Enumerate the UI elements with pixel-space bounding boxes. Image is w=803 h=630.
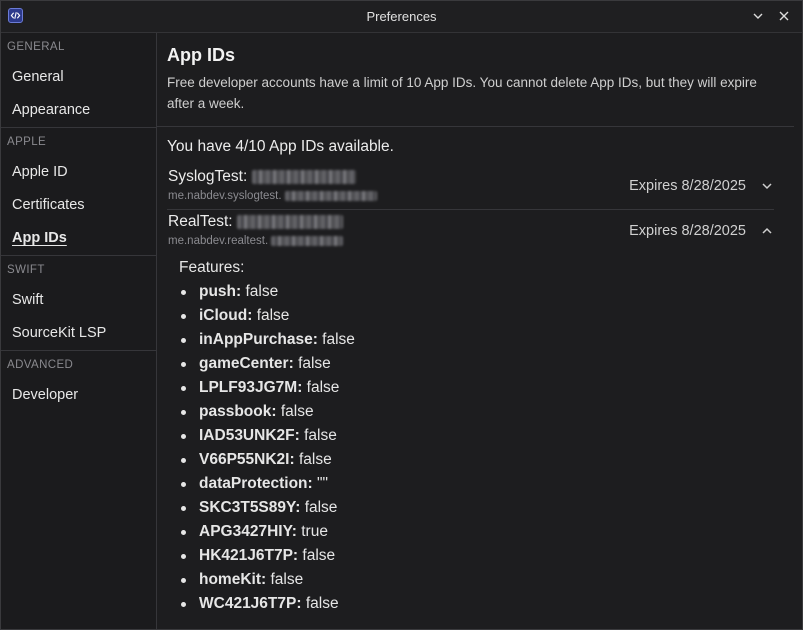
feature-item: SKC3T5S89Y: false	[179, 496, 802, 520]
sidebar-item-apple-id[interactable]: Apple ID	[1, 156, 156, 189]
feature-key: APG3427HIY:	[199, 523, 297, 540]
sidebar-section-apple: APPLE	[7, 136, 47, 148]
feature-item: WC421J6T7P: false	[179, 592, 802, 616]
sidebar-section-general: GENERAL	[7, 41, 65, 53]
feature-value: false	[304, 427, 337, 444]
feature-value: false	[306, 379, 340, 396]
sidebar-item-swift[interactable]: Swift	[1, 284, 156, 317]
sidebar-item-sourcekit-lsp[interactable]: SourceKit LSP	[1, 317, 156, 350]
feature-key: WC421J6T7P:	[199, 595, 302, 612]
feature-value: false	[322, 331, 355, 348]
sidebar-item-label: App IDs	[12, 230, 67, 246]
page-description: Free developer accounts have a limit of …	[167, 75, 757, 111]
feature-item: HK421J6T7P: false	[179, 544, 802, 568]
sidebar-item-general[interactable]: General	[1, 61, 156, 94]
feature-value: false	[270, 571, 304, 588]
app-id-bundle: me.nabdev.syslogtest.	[168, 190, 377, 202]
feature-value: false	[298, 355, 331, 372]
feature-item: IAD53UNK2F: false	[179, 424, 802, 448]
feature-key: push:	[199, 283, 242, 300]
feature-key: V66P55NK2I:	[199, 451, 295, 468]
page-title: App IDs	[167, 45, 236, 65]
sidebar-item-label: Appearance	[12, 102, 91, 118]
redacted-bundle-suffix	[271, 235, 344, 246]
feature-key: homeKit:	[199, 571, 267, 588]
feature-value: ""	[317, 475, 329, 492]
feature-value: false	[304, 499, 338, 516]
feature-value: false	[305, 595, 339, 612]
feature-item: APG3427HIY: true	[179, 520, 802, 544]
feature-key: gameCenter:	[199, 355, 294, 372]
close-button[interactable]	[775, 7, 793, 25]
feature-list: push: false iCloud: false inAppPurchase: f…	[179, 280, 802, 616]
close-icon	[779, 11, 789, 21]
app-id-row-syslogtest[interactable]: SyslogTest: me.nabdev.syslogtest. Expire…	[167, 165, 774, 210]
sidebar-section-advanced: ADVANCED	[7, 359, 74, 371]
feature-item: push: false	[179, 280, 802, 304]
app-id-row-realtest[interactable]: RealTest: me.nabdev.realtest. Expires 8/…	[167, 210, 774, 254]
feature-key: dataProtection:	[199, 475, 313, 492]
feature-value: false	[256, 307, 290, 324]
app-id-bundle: me.nabdev.realtest.	[168, 235, 344, 247]
window-title: Preferences	[366, 9, 437, 24]
app-id-name: RealTest:	[168, 213, 343, 231]
feature-value: false	[298, 451, 332, 468]
feature-key: SKC3T5S89Y:	[199, 499, 301, 516]
chevron-up-icon	[762, 227, 772, 234]
redacted-bundle-suffix	[284, 190, 377, 201]
page-header: App IDs Free developer accounts have a l…	[157, 33, 794, 127]
sidebar-item-label: SourceKit LSP	[12, 325, 107, 341]
feature-key: LPLF93JG7M:	[199, 379, 303, 396]
preferences-window: Preferences GENERAL General Appearance A…	[0, 0, 803, 630]
feature-item: iCloud: false	[179, 304, 802, 328]
feature-item: inAppPurchase: false	[179, 328, 802, 352]
feature-value: true	[301, 523, 328, 540]
app-logo-icon	[8, 8, 23, 23]
feature-key: inAppPurchase:	[199, 331, 318, 348]
sidebar-item-label: Apple ID	[12, 164, 68, 180]
feature-key: IAD53UNK2F:	[199, 427, 300, 444]
feature-item: dataProtection: ""	[179, 472, 802, 496]
availability-text: You have 4/10 App IDs available.	[167, 138, 394, 155]
collapse-button[interactable]	[749, 7, 767, 25]
sidebar-section-swift: SWIFT	[7, 264, 45, 276]
feature-key: passbook:	[199, 403, 277, 420]
feature-item: V66P55NK2I: false	[179, 448, 802, 472]
title-bar[interactable]: Preferences	[1, 1, 802, 33]
sidebar-item-label: Certificates	[12, 197, 85, 213]
sidebar: GENERAL General Appearance APPLE Apple I…	[1, 33, 157, 629]
collapse-toggle[interactable]	[760, 224, 774, 238]
expiry-label: Expires 8/28/2025	[629, 223, 746, 239]
redacted-team-id	[236, 214, 343, 229]
chevron-down-icon	[753, 13, 763, 19]
app-id-name: SyslogTest:	[168, 168, 356, 186]
sidebar-item-certificates[interactable]: Certificates	[1, 189, 156, 222]
feature-key: iCloud:	[199, 307, 253, 324]
sidebar-item-label: General	[12, 69, 64, 85]
sidebar-item-app-ids[interactable]: App IDs	[1, 222, 156, 255]
feature-item: homeKit: false	[179, 568, 802, 592]
expand-toggle[interactable]	[760, 179, 774, 193]
sidebar-item-appearance[interactable]: Appearance	[1, 94, 156, 127]
main-content: App IDs Free developer accounts have a l…	[157, 33, 802, 629]
sidebar-item-label: Swift	[12, 292, 44, 308]
sidebar-item-developer[interactable]: Developer	[1, 379, 156, 412]
chevron-down-icon	[762, 183, 772, 190]
feature-value: false	[245, 283, 279, 300]
expiry-label: Expires 8/28/2025	[629, 178, 746, 194]
features-label: Features:	[179, 259, 245, 276]
feature-item: LPLF93JG7M: false	[179, 376, 802, 400]
feature-item: gameCenter: false	[179, 352, 802, 376]
redacted-team-id	[251, 169, 356, 184]
feature-item: passbook: false	[179, 400, 802, 424]
features-panel: Features: push: false iCloud: false inAppP…	[157, 256, 802, 616]
sidebar-item-label: Developer	[12, 387, 79, 403]
feature-value: false	[280, 403, 314, 420]
feature-value: false	[302, 547, 336, 564]
feature-key: HK421J6T7P:	[199, 547, 299, 564]
